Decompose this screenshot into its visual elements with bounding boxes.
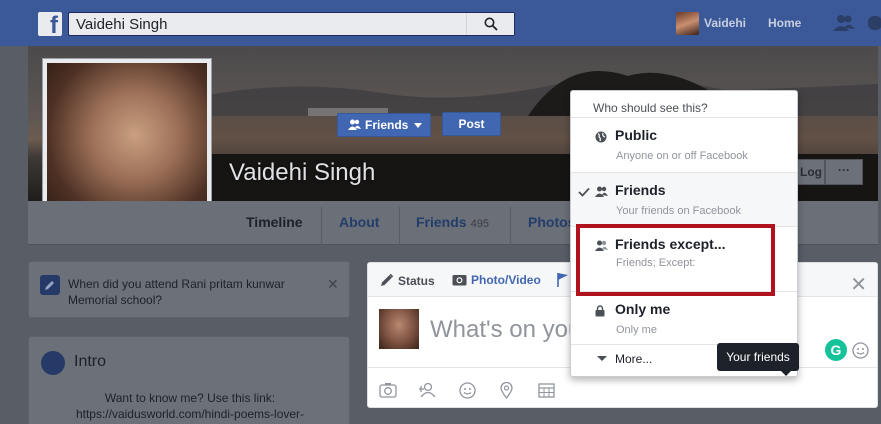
privacy-option-title: Public [615,127,658,143]
search-button[interactable] [466,13,514,35]
calendar-icon[interactable] [538,382,555,398]
flag-icon[interactable] [556,272,570,287]
privacy-option-friends[interactable]: Friends Your friends on Facebook [571,173,797,227]
messages-icon[interactable] [868,14,881,32]
friends-icon [348,119,361,130]
search-icon [484,17,498,31]
camera-icon[interactable] [379,382,397,398]
tab-status-label: Status [398,274,435,288]
globe-icon [41,351,65,375]
pencil-icon [40,275,60,295]
profile-name[interactable]: Vaidehi Singh [229,159,375,187]
grammarly-icon[interactable]: G [825,339,847,361]
tab-photos[interactable]: Photos [528,214,575,230]
nav-user-name[interactable]: Vaidehi [704,16,746,30]
intro-bio-link[interactable]: https://vaidusworld.com/hindi-poems-love… [29,406,351,422]
globe-icon [595,131,607,143]
tab-photo-video-label: Photo/Video [471,273,541,287]
tab-status[interactable]: Status [380,273,435,288]
location-pin-icon[interactable] [500,382,513,399]
privacy-dropdown-header: Who should see this? [593,101,708,115]
user-avatar[interactable] [676,12,699,35]
pencil-icon [381,273,394,286]
tab-about[interactable]: About [339,214,379,230]
annotation-highlight-box [576,224,775,296]
chevron-down-icon [414,123,422,128]
tab-divider [510,207,511,245]
search-box [68,12,515,36]
checkmark-icon [578,187,590,197]
privacy-option-subtitle: Only me [616,324,657,336]
feeling-icon[interactable] [459,382,476,399]
post-button[interactable]: Post [442,112,501,136]
nav-home-link[interactable]: Home [768,16,801,30]
search-input[interactable] [69,13,479,35]
audience-tooltip: Your friends [717,343,799,376]
privacy-option-more-label: More... [615,352,653,366]
friends-count: 495 [470,218,489,230]
tab-divider [321,207,322,245]
question-text[interactable]: When did you attend Rani pritam kunwar M… [68,276,313,308]
intro-title: Intro [74,353,107,370]
intro-card: Intro Want to know me? Use this link: ht… [28,336,350,424]
tab-timeline[interactable]: Timeline [246,214,303,230]
friend-requests-icon[interactable] [832,14,856,32]
profile-picture [47,63,207,223]
tab-friends-label: Friends [416,214,467,230]
privacy-option-only-me[interactable]: Only me Only me [571,292,797,346]
more-options-button[interactable]: ··· [825,159,863,185]
triangle-down-icon [597,356,607,361]
profile-question-card: When did you attend Rani pritam kunwar M… [28,261,350,318]
close-icon[interactable]: ✕ [327,276,339,293]
audience-selector-button[interactable]: Friends [337,113,431,137]
activity-log-button[interactable]: Log [797,159,825,185]
tab-friends[interactable]: Friends 495 [416,214,489,230]
privacy-option-title: Only me [615,301,671,317]
privacy-option-title: Friends [615,182,666,198]
friends-icon [595,186,608,197]
camera-icon [452,275,467,286]
composer-avatar [379,309,419,349]
tag-friends-icon[interactable] [419,382,437,398]
privacy-option-subtitle: Anyone on or off Facebook [616,150,748,162]
intro-bio-line: Want to know me? Use this link: [104,391,276,405]
close-icon[interactable]: ✕ [850,275,867,295]
privacy-option-subtitle: Your friends on Facebook [616,205,741,217]
tab-divider [399,207,400,245]
facebook-logo[interactable]: f [38,12,62,36]
emoji-icon[interactable] [852,342,869,359]
intro-bio: Want to know me? Use this link: https://… [29,390,351,422]
lock-icon [595,305,605,317]
privacy-option-public[interactable]: Public Anyone on or off Facebook [571,118,797,172]
top-navigation-bar: f Vaidehi Home [0,0,881,46]
audience-selector-label: Friends [365,118,409,132]
tab-photo-video[interactable]: Photo/Video [452,273,541,287]
